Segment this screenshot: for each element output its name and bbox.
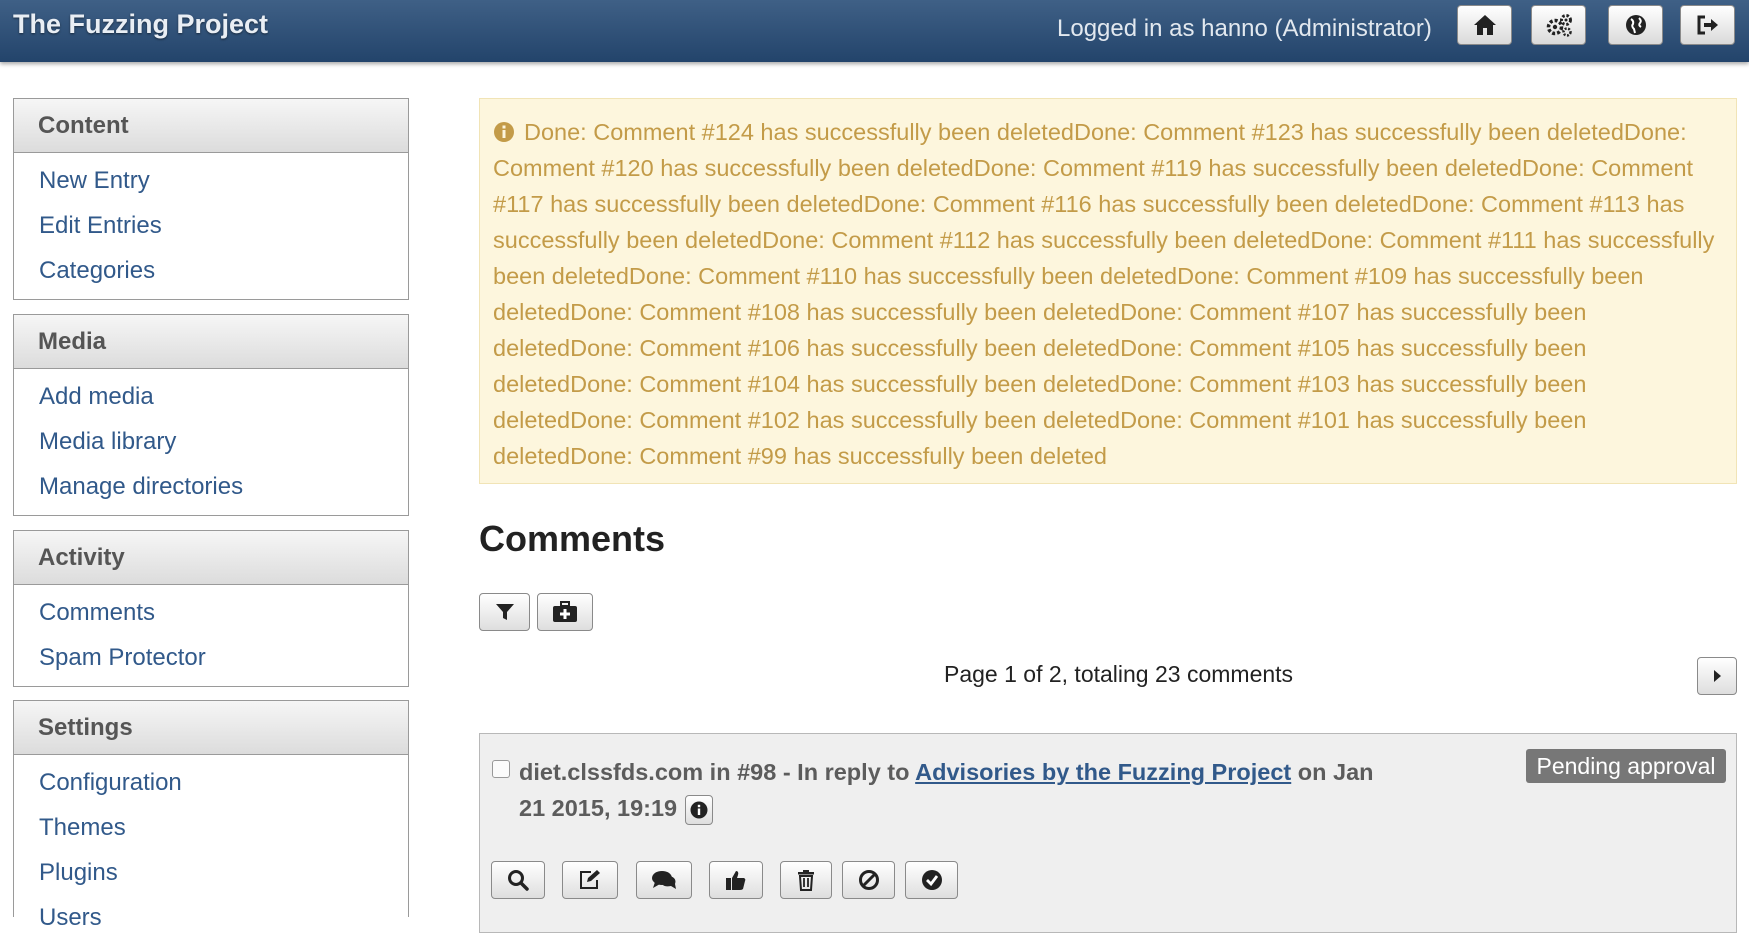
paging-status: Page 1 of 2, totaling 23 comments	[944, 661, 1294, 687]
comments-icon	[652, 871, 676, 889]
toolbox-button[interactable]	[537, 593, 593, 631]
page-title: Comments	[479, 518, 666, 559]
sidebar-item-categories[interactable]: Categories	[14, 248, 408, 293]
success-notice: Done: Comment #124 has successfully been…	[479, 98, 1737, 484]
approve-comment-button[interactable]	[709, 861, 763, 899]
comment-info-button[interactable]	[685, 794, 714, 825]
logout-button[interactable]	[1680, 5, 1735, 45]
edit-comment-button[interactable]	[562, 861, 618, 899]
logout-icon	[1697, 15, 1718, 35]
brand-title[interactable]: The Fuzzing Project	[13, 9, 268, 40]
sidebar-section-content: Content New Entry Edit Entries Categorie…	[13, 98, 409, 300]
mark-spam-button[interactable]	[842, 861, 895, 899]
sidebar-heading-content: Content	[14, 99, 408, 153]
gears-icon	[1546, 14, 1572, 37]
logged-in-status: Logged in as hanno (Administrator)	[1057, 15, 1432, 42]
first-aid-kit-icon	[553, 601, 577, 622]
trash-icon	[798, 870, 814, 891]
thumbs-up-icon	[726, 871, 746, 890]
confirm-comment-button[interactable]	[905, 861, 958, 899]
reply-comment-button[interactable]	[636, 861, 692, 899]
sidebar-item-edit-entries[interactable]: Edit Entries	[14, 203, 408, 248]
view-site-button[interactable]	[1608, 5, 1663, 45]
view-comment-button[interactable]	[491, 861, 545, 899]
sidebar-heading-activity: Activity	[14, 531, 408, 585]
sidebar-item-spam-protector[interactable]: Spam Protector	[14, 635, 408, 680]
comment-entry-link[interactable]: Advisories by the Fuzzing Project	[915, 759, 1291, 785]
edit-icon	[580, 870, 600, 889]
sidebar-item-configuration[interactable]: Configuration	[14, 760, 408, 805]
sidebar-heading-media: Media	[14, 315, 408, 369]
info-circle-icon	[690, 801, 708, 819]
sidebar-item-plugins[interactable]: Plugins	[14, 850, 408, 895]
globe-icon	[1625, 15, 1646, 35]
sidebar-heading-settings: Settings	[14, 701, 408, 755]
sidebar-section-settings: Settings Configuration Themes Plugins Us…	[13, 700, 409, 931]
ban-icon	[858, 870, 879, 890]
sidebar-item-media-library[interactable]: Media library	[14, 419, 408, 464]
filter-button[interactable]	[479, 593, 530, 631]
comment-item: diet.clssfds.com in #98 - In reply to Ad…	[479, 733, 1737, 933]
magnifier-icon	[508, 870, 529, 891]
filter-icon	[495, 604, 514, 620]
status-badge: Pending approval	[1526, 749, 1726, 783]
sidebar-section-media: Media Add media Media library Manage dir…	[13, 314, 409, 516]
comment-author: diet.clssfds.com in #98 - In reply to	[519, 759, 910, 785]
delete-comment-button[interactable]	[780, 861, 832, 899]
sidebar-section-activity: Activity Comments Spam Protector	[13, 530, 409, 687]
next-page-button[interactable]	[1697, 657, 1737, 695]
comment-select-checkbox[interactable]	[492, 760, 510, 778]
sidebar-item-add-media[interactable]: Add media	[14, 374, 408, 419]
settings-button[interactable]	[1531, 5, 1586, 45]
sidebar-item-comments[interactable]: Comments	[14, 590, 408, 635]
caret-right-icon	[1714, 670, 1721, 682]
check-circle-icon	[921, 870, 942, 890]
sidebar-item-new-entry[interactable]: New Entry	[14, 158, 408, 203]
notice-text: Done: Comment #124 has successfully been…	[493, 119, 1715, 469]
sidebar-item-users[interactable]: Users	[14, 895, 408, 940]
sidebar-item-themes[interactable]: Themes	[14, 805, 408, 850]
home-button[interactable]	[1457, 5, 1512, 45]
top-bar: The Fuzzing Project Logged in as hanno (…	[0, 0, 1749, 62]
home-icon	[1473, 15, 1496, 35]
info-circle-icon	[494, 122, 514, 142]
sidebar-item-manage-directories[interactable]: Manage directories	[14, 464, 408, 509]
comment-meta: diet.clssfds.com in #98 - In reply to Ad…	[519, 754, 1379, 826]
